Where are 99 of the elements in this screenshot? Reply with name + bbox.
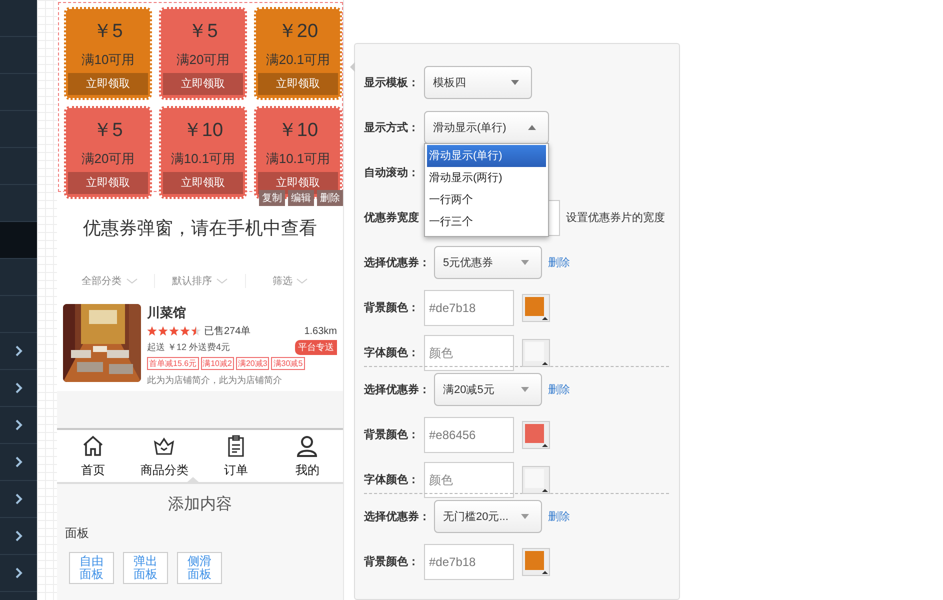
coupon-condition: 满20.1可用 [266,51,330,69]
field-label: 背景颜色： [364,300,420,315]
panel-button[interactable]: 自由面板 [69,552,114,584]
input-field[interactable]: #de7b18 [424,290,514,326]
claim-button[interactable]: 立即领取 [68,172,148,194]
coupon-condition: 满10.1可用 [170,150,236,168]
template-select[interactable]: 模板四 [424,66,532,99]
coupon-condition: 满20可用 [176,51,230,69]
star-icon [158,326,168,336]
caret-icon [521,260,529,265]
field-label: 背景颜色： [364,554,420,569]
chevron-down-icon [216,278,228,284]
field-label: 选择优惠券： [364,256,424,270]
tab-item[interactable]: 订单 [200,430,272,482]
coupon-select[interactable]: 满20减5元 [434,373,542,406]
dropdown-option[interactable]: 滑动显示(单行) [427,145,546,167]
coupon-select[interactable]: 5元优惠券 [434,246,542,279]
star-icon [180,326,190,336]
display-mode-select[interactable]: 滑动显示(单行) [424,111,549,144]
sidebar-item[interactable] [0,222,37,259]
promo-tag: 满20减3 [236,357,270,370]
section-label: 面板 [65,525,90,542]
distance: 1.63km [304,326,337,336]
coupon-amount: ￥5 [93,20,123,44]
caret-icon [521,387,529,392]
field-label: 显示方式： [364,120,420,135]
coupon-card[interactable]: ￥20 满20.1可用 立即领取 [254,7,342,100]
input-field[interactable]: 颜色 [424,334,514,370]
promo-tag: 满30减5 [271,357,305,370]
color-picker[interactable] [522,420,550,448]
filter-dropdown[interactable]: 默认排序 [154,274,245,288]
coupon-condition: 满10.1可用 [266,150,330,168]
color-picker[interactable] [522,294,550,322]
person-icon [295,434,320,458]
dropdown-option[interactable]: 一行三个 [427,211,546,233]
chevron-down-icon [296,278,308,284]
field-label: 字体颜色： [364,472,420,487]
delete-link[interactable]: 删除 [548,509,570,524]
shop-name[interactable]: 川菜馆 [147,304,337,322]
star-icon [147,326,157,336]
promo-tag: 首单减15.6元 [147,357,199,370]
shop-description: 此为为店铺简介，此为为店铺简介 [147,374,283,387]
input-field[interactable]: #e86456 [424,416,514,452]
delete-link[interactable]: 删除 [548,382,570,397]
coupon-card[interactable]: ￥5 满20可用 立即领取 [64,106,152,199]
star-icon [169,326,179,336]
coupon-card[interactable]: ￥5 满20可用 立即领取 [159,7,247,100]
filter-dropdown[interactable]: 筛选 [244,274,335,288]
coupon-amount: ￥20 [278,20,318,44]
popup-notice: 优惠券弹窗，请在手机中查看 [82,217,318,240]
coupon-amount: ￥5 [93,119,123,143]
home-icon [80,434,105,458]
chevron-down-icon [126,278,138,284]
caret-icon [511,80,519,85]
promo-tag: 满10减2 [200,357,234,370]
claim-button[interactable]: 立即领取 [163,73,243,95]
coupon-card[interactable]: ￥10 满10.1可用 立即领取 [159,106,247,199]
field-label: 背景颜色： [364,428,420,442]
color-picker[interactable] [522,548,550,576]
field-label: 选择优惠券： [364,510,424,524]
coupon-condition: 满10可用 [81,51,135,69]
caret-icon [528,125,536,130]
filter-dropdown[interactable]: 全部分类 [65,274,154,288]
tab-item[interactable]: 我的 [272,430,343,482]
field-label: 自动滚动： [364,166,420,180]
tool-button[interactable]: 编辑 [288,190,314,206]
field-label: 显示模板： [364,76,420,90]
input-field[interactable]: 颜色 [424,462,514,498]
panel-title: 添加内容 [167,494,233,515]
color-picker[interactable] [522,338,550,366]
claim-button[interactable]: 立即领取 [163,172,243,194]
star-icon [191,326,201,336]
claim-button[interactable]: 立即领取 [68,73,148,95]
field-hint: 设置优惠券片的宽度 [566,210,665,225]
coupon-condition: 满20可用 [81,150,135,168]
input-field[interactable]: #de7b18 [424,544,514,580]
delivery-badge: 平台专送 [295,340,337,355]
field-label: 字体颜色： [364,346,420,360]
delivery-info: 起送 ￥12 外送费4元 [147,341,230,354]
panel-button[interactable]: 弹出面板 [123,552,168,584]
tab-item[interactable]: 首页 [57,430,128,482]
panel-button[interactable]: 侧滑面板 [177,552,222,584]
coupon-amount: ￥10 [182,119,224,143]
dropdown-option[interactable]: 滑动显示(两行) [427,167,546,189]
coupon-amount: ￥5 [188,20,218,44]
caret-icon [521,514,529,519]
tool-button[interactable]: 复制 [259,190,285,206]
tab-item[interactable]: 商品分类 [128,430,200,482]
coupon-select[interactable]: 无门槛20元... [434,500,542,533]
coupon-amount: ￥10 [278,119,318,143]
tool-button[interactable]: 删除 [317,190,343,206]
delete-link[interactable]: 删除 [548,255,570,270]
coupon-card[interactable]: ￥5 满10可用 立即领取 [64,7,152,100]
color-picker[interactable] [522,466,550,494]
field-label: 选择优惠券： [364,382,424,397]
dropdown-option[interactable]: 一行两个 [427,189,546,211]
field-label: 优惠券宽度 [364,210,420,225]
sales-count: 已售274单 [204,324,251,338]
claim-button[interactable]: 立即领取 [258,73,338,95]
